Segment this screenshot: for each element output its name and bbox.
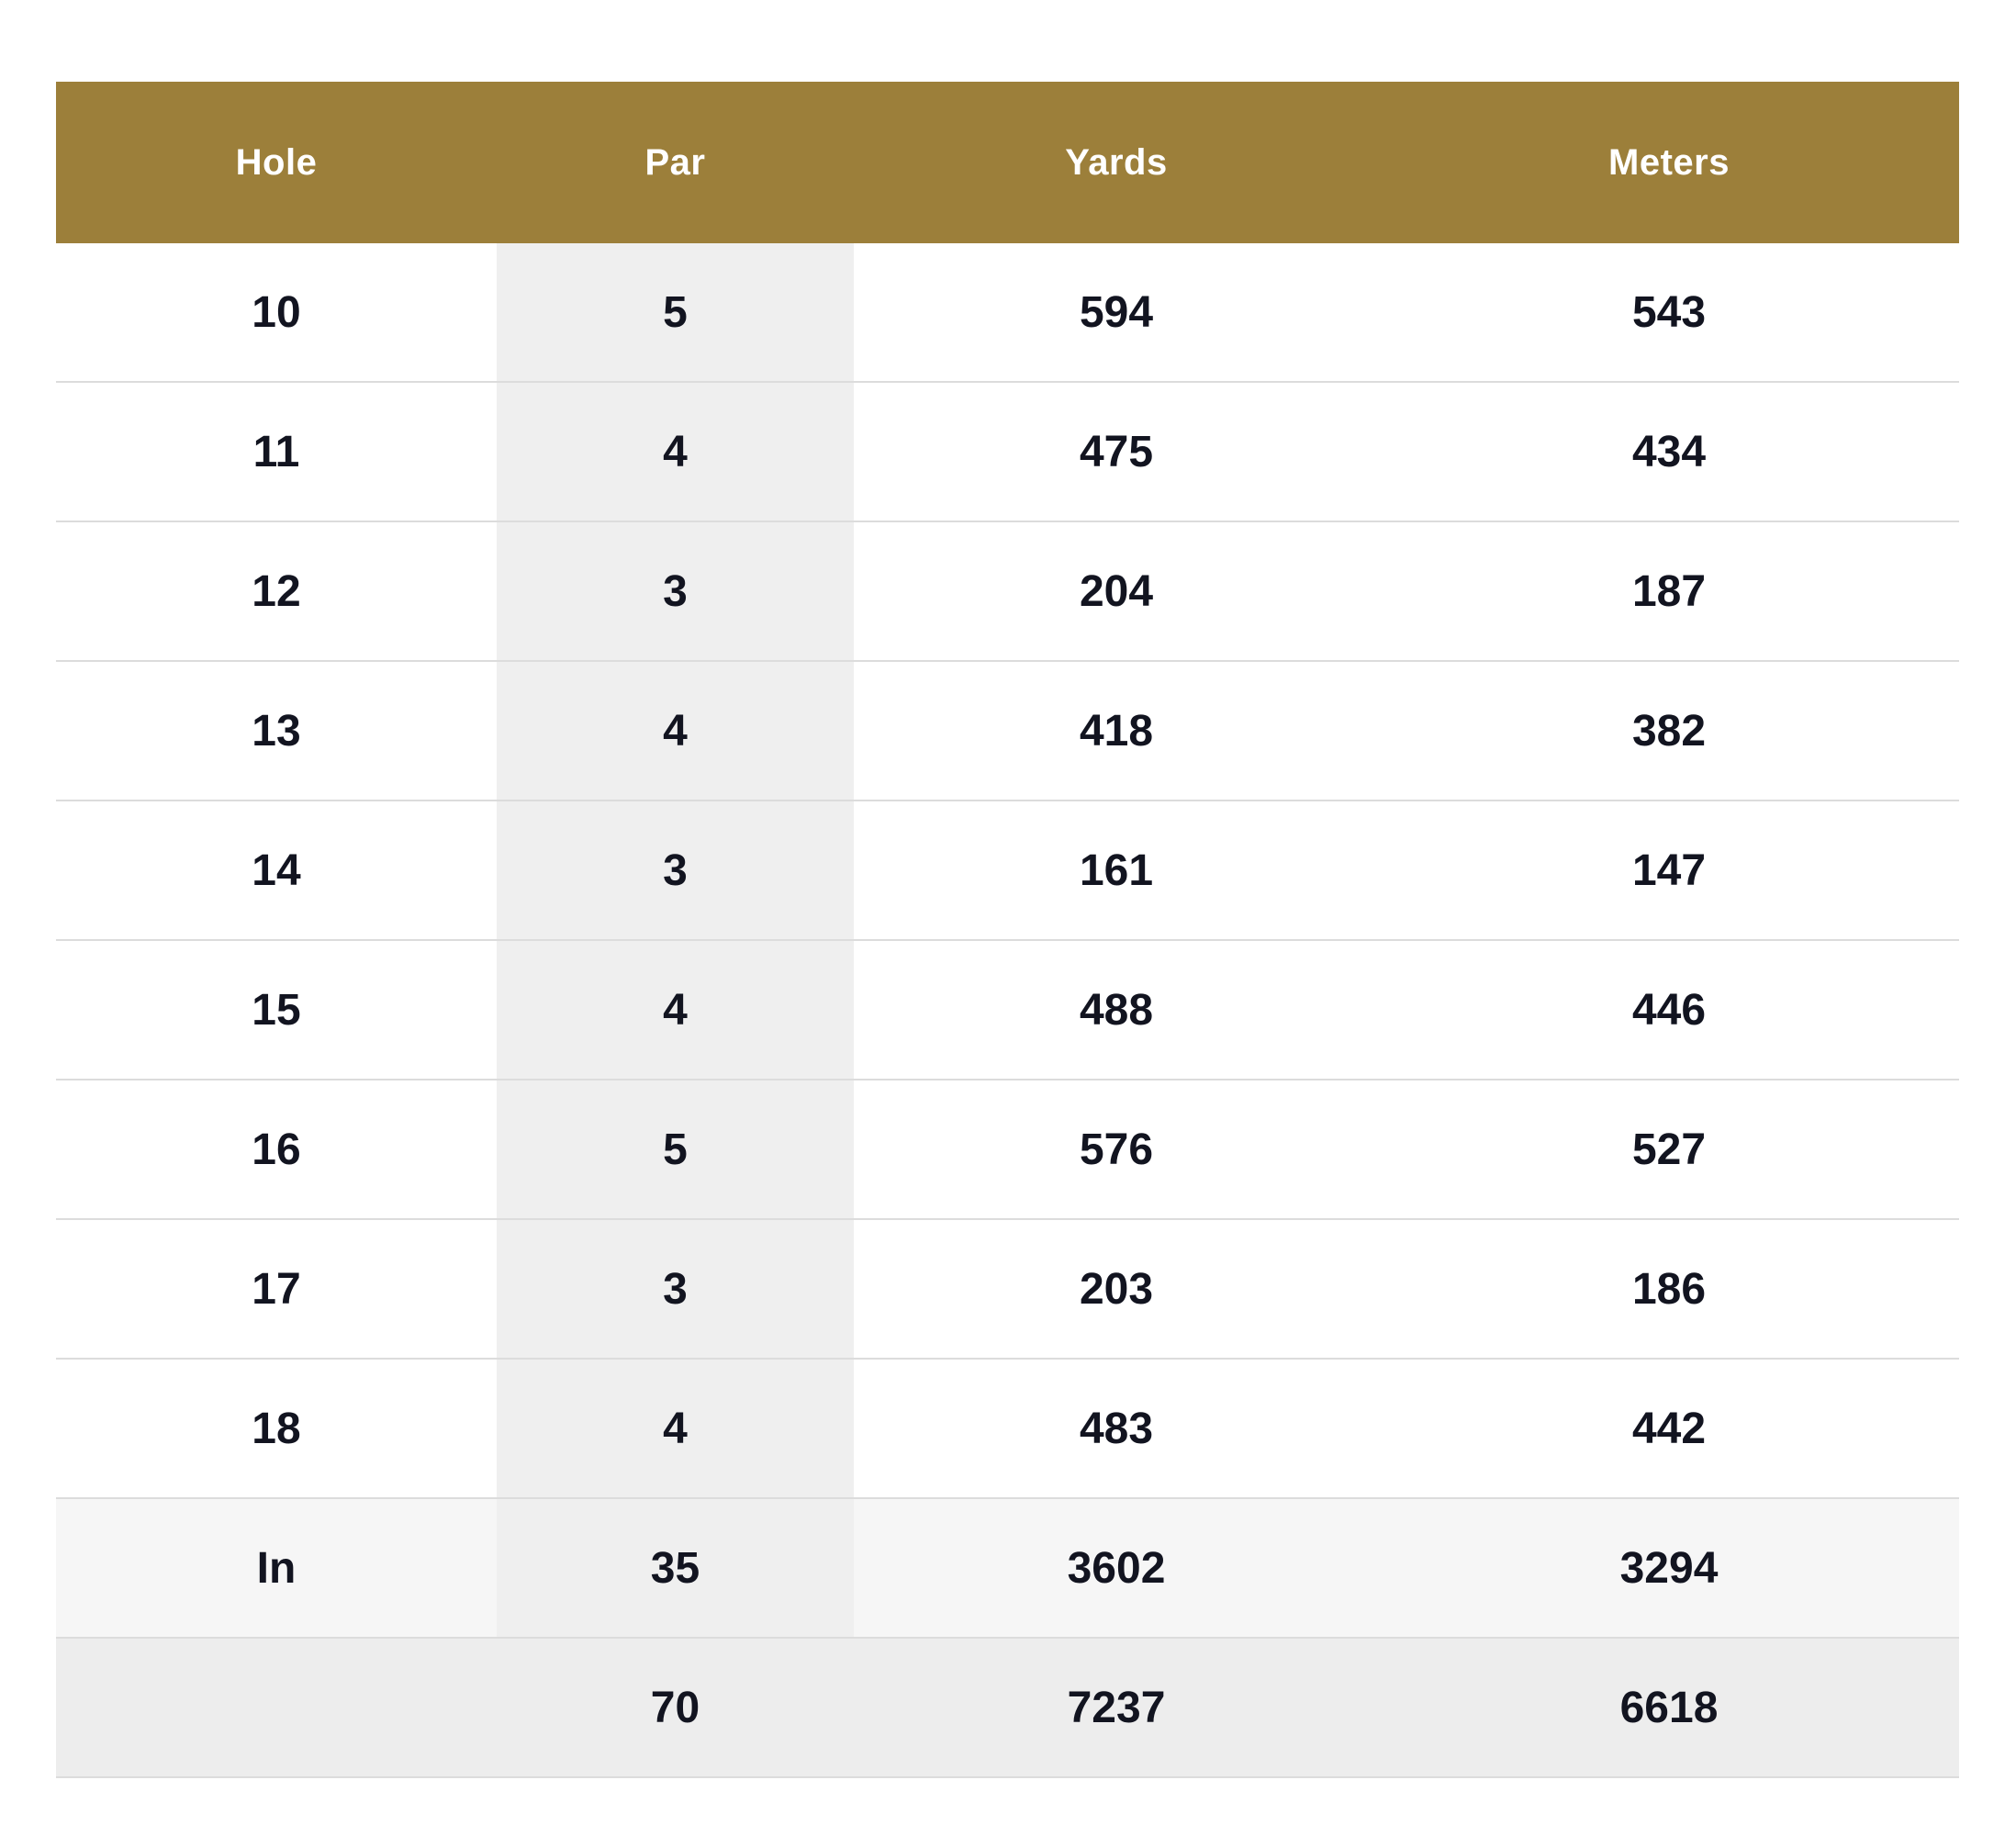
- meters-cell: 446: [1379, 940, 1959, 1080]
- header-yards: Yards: [1065, 141, 1168, 183]
- meters-cell: 186: [1379, 1219, 1959, 1360]
- total-par-cell: 70: [497, 1638, 854, 1778]
- hole-cell: 10: [56, 243, 497, 383]
- hole-cell: 18: [56, 1359, 497, 1499]
- hole-cell: 17: [56, 1219, 497, 1360]
- par-cell: 3: [497, 800, 854, 941]
- grand-total-row: 70 7237 6618: [56, 1638, 1959, 1778]
- table-row: 12 3 204 187: [56, 521, 1959, 662]
- par-cell: 5: [497, 243, 854, 383]
- table-row: 15 4 488 446: [56, 940, 1959, 1080]
- hole-cell: 12: [56, 521, 497, 662]
- table-row: 11 4 475 434: [56, 382, 1959, 522]
- header-meters: Meters: [1608, 141, 1730, 183]
- yards-cell: 594: [854, 243, 1379, 383]
- table-row: 16 5 576 527: [56, 1080, 1959, 1220]
- meters-cell: 527: [1379, 1080, 1959, 1220]
- par-cell: 3: [497, 1219, 854, 1360]
- yards-cell: 203: [854, 1219, 1379, 1360]
- hole-cell: 11: [56, 382, 497, 522]
- header-hole: Hole: [235, 141, 318, 183]
- par-cell: 4: [497, 382, 854, 522]
- par-cell: 4: [497, 661, 854, 801]
- in-meters-cell: 3294: [1379, 1498, 1959, 1639]
- hole-cell: 15: [56, 940, 497, 1080]
- yards-cell: 161: [854, 800, 1379, 941]
- total-label-cell: [56, 1638, 497, 1778]
- in-par-cell: 35: [497, 1498, 854, 1639]
- hole-cell: 14: [56, 800, 497, 941]
- in-label-cell: In: [56, 1498, 497, 1639]
- yards-cell: 204: [854, 521, 1379, 662]
- header-par: Par: [644, 141, 706, 183]
- par-cell: 3: [497, 521, 854, 662]
- table-row: 13 4 418 382: [56, 661, 1959, 801]
- header-row: Hole Par Yards Meters: [56, 82, 1959, 243]
- table-row: 14 3 161 147: [56, 800, 1959, 941]
- yards-cell: 475: [854, 382, 1379, 522]
- meters-cell: 543: [1379, 243, 1959, 383]
- table-row: 17 3 203 186: [56, 1219, 1959, 1360]
- meters-cell: 442: [1379, 1359, 1959, 1499]
- table-row: 10 5 594 543: [56, 243, 1959, 383]
- in-total-row: In 35 3602 3294: [56, 1498, 1959, 1639]
- in-yards-cell: 3602: [854, 1498, 1379, 1639]
- yards-cell: 576: [854, 1080, 1379, 1220]
- meters-cell: 434: [1379, 382, 1959, 522]
- hole-cell: 16: [56, 1080, 497, 1220]
- yards-cell: 483: [854, 1359, 1379, 1499]
- par-cell: 4: [497, 940, 854, 1080]
- hole-cell: 13: [56, 661, 497, 801]
- scorecard-table: Hole Par Yards Meters 10 5 594 543 11 4 …: [56, 82, 1959, 1778]
- meters-cell: 187: [1379, 521, 1959, 662]
- yards-cell: 488: [854, 940, 1379, 1080]
- meters-cell: 382: [1379, 661, 1959, 801]
- meters-cell: 147: [1379, 800, 1959, 941]
- yards-cell: 418: [854, 661, 1379, 801]
- par-cell: 5: [497, 1080, 854, 1220]
- table-row: 18 4 483 442: [56, 1359, 1959, 1499]
- par-cell: 4: [497, 1359, 854, 1499]
- total-yards-cell: 7237: [854, 1638, 1379, 1778]
- total-meters-cell: 6618: [1379, 1638, 1959, 1778]
